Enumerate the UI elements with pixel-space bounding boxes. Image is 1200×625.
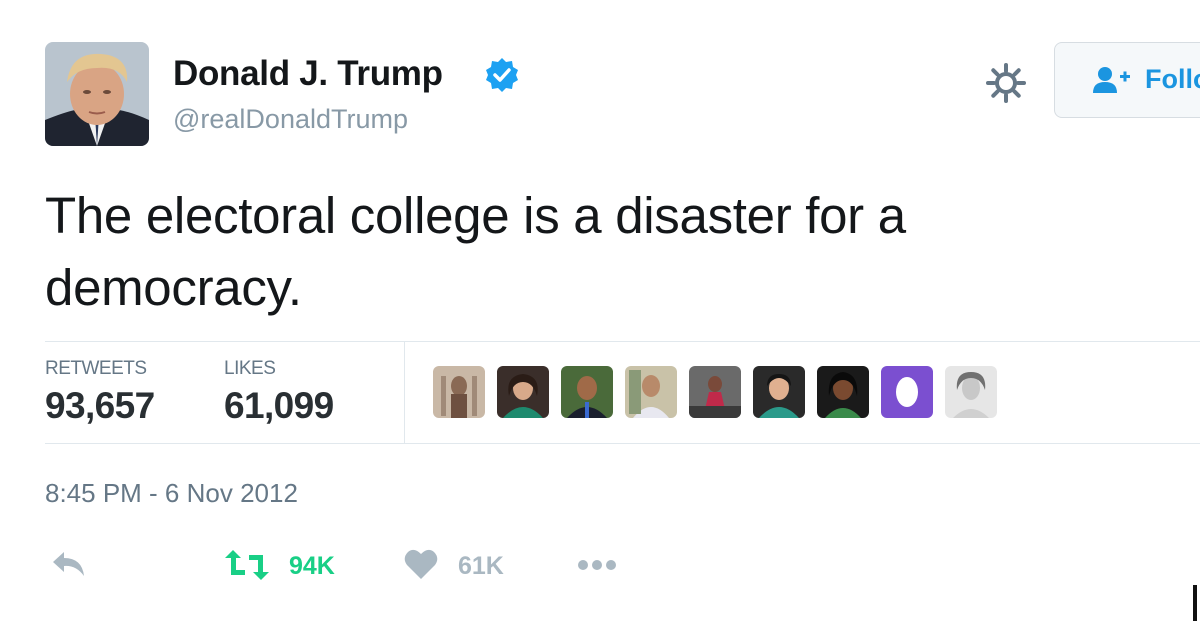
tweet-text: The electoral college is a disaster for … xyxy=(45,187,906,316)
like-button[interactable]: 61K xyxy=(403,548,504,587)
more-icon xyxy=(578,560,616,570)
more-button[interactable] xyxy=(576,548,618,587)
likes-value: 61,099 xyxy=(224,385,334,426)
follow-button[interactable]: Follow xyxy=(1054,42,1200,118)
avatar-photo xyxy=(45,42,149,146)
liker-avatar[interactable] xyxy=(753,366,805,418)
retweets-value: 93,657 xyxy=(45,385,155,426)
retweets-label: RETWEETS xyxy=(45,358,147,379)
retweet-button[interactable]: 94K xyxy=(223,548,335,587)
retweet-icon xyxy=(225,550,269,580)
reply-icon xyxy=(53,552,84,576)
author-avatar[interactable] xyxy=(45,42,149,146)
author-handle[interactable]: @realDonaldTrump xyxy=(173,104,408,135)
follow-button-label: Follow xyxy=(1145,64,1200,94)
like-count: 61K xyxy=(458,552,504,580)
stats-top-divider xyxy=(45,341,1200,342)
retweets-stat[interactable]: RETWEETS 93,657 xyxy=(45,358,155,427)
stats-bottom-divider xyxy=(45,443,1200,444)
add-user-icon xyxy=(1093,67,1130,93)
reply-button[interactable] xyxy=(50,548,88,587)
text-cursor-mark xyxy=(1193,585,1197,621)
likes-label: LIKES xyxy=(224,358,276,379)
liker-avatar[interactable] xyxy=(945,366,997,418)
liker-avatar[interactable] xyxy=(689,366,741,418)
verified-badge-icon xyxy=(486,58,518,92)
liker-avatar[interactable] xyxy=(625,366,677,418)
likes-stat[interactable]: LIKES 61,099 xyxy=(224,358,334,427)
liker-avatar[interactable] xyxy=(497,366,549,418)
liker-avatar[interactable] xyxy=(561,366,613,418)
liker-avatar[interactable] xyxy=(433,366,485,418)
tweet-timestamp[interactable]: 8:45 PM - 6 Nov 2012 xyxy=(45,478,298,509)
liker-avatar[interactable] xyxy=(881,366,933,418)
retweet-count: 94K xyxy=(289,552,335,580)
heart-icon xyxy=(404,549,438,579)
gear-icon[interactable] xyxy=(985,62,1027,104)
liker-avatar[interactable] xyxy=(817,366,869,418)
stats-vertical-divider xyxy=(404,342,405,444)
author-name[interactable]: Donald J. Trump xyxy=(173,54,443,94)
